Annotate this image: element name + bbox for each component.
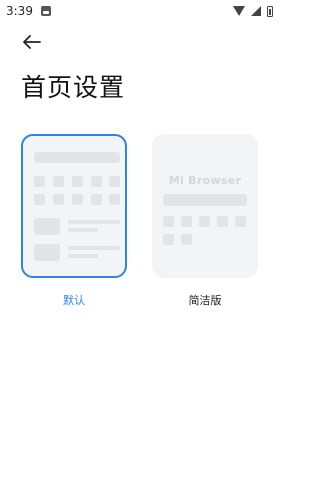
- signal-icon: [251, 6, 261, 16]
- preview-thumb: [34, 218, 60, 235]
- preview-search-bar: [163, 194, 247, 206]
- preview-tile: [109, 194, 120, 205]
- preview-tile: [217, 216, 228, 227]
- preview-line: [68, 254, 98, 258]
- preview-thumb: [34, 244, 60, 261]
- card-default-preview: [21, 134, 127, 278]
- preview-tile: [235, 216, 246, 227]
- battery-icon: [267, 5, 273, 17]
- preview-search-bar: [34, 152, 120, 163]
- preview-tile: [163, 216, 174, 227]
- image-icon: [40, 6, 51, 16]
- option-default[interactable]: 默认: [21, 134, 127, 308]
- preview-tile: [109, 176, 120, 187]
- preview-tile: [199, 216, 210, 227]
- back-button[interactable]: [20, 32, 44, 52]
- preview-tile: [53, 176, 64, 187]
- preview-tile: [34, 176, 45, 187]
- preview-tile: [91, 194, 102, 205]
- preview-tile: [181, 216, 192, 227]
- preview-tile: [72, 176, 83, 187]
- preview-line: [68, 220, 120, 224]
- preview-tile: [53, 194, 64, 205]
- preview-tile: [181, 234, 192, 245]
- preview-brand-text: Mi Browser: [168, 174, 242, 187]
- status-bar: 3:39: [0, 0, 281, 22]
- preview-line: [68, 228, 98, 232]
- status-time: 3:39: [6, 4, 33, 18]
- preview-tile: [34, 194, 45, 205]
- option-lite-label: 简洁版: [188, 294, 222, 307]
- option-default-label: 默认: [63, 294, 85, 307]
- preview-tile: [163, 234, 174, 245]
- status-right: [233, 5, 273, 17]
- arrow-left-icon: [23, 35, 41, 49]
- preview-tile: [91, 176, 102, 187]
- preview-tile: [72, 194, 83, 205]
- status-left: 3:39: [6, 4, 51, 18]
- option-lite[interactable]: Mi Browser 简洁版: [152, 134, 258, 308]
- page-title: 首页设置: [21, 73, 126, 102]
- wifi-icon: [233, 6, 245, 16]
- preview-line: [68, 246, 120, 250]
- card-lite-preview: Mi Browser: [152, 134, 258, 278]
